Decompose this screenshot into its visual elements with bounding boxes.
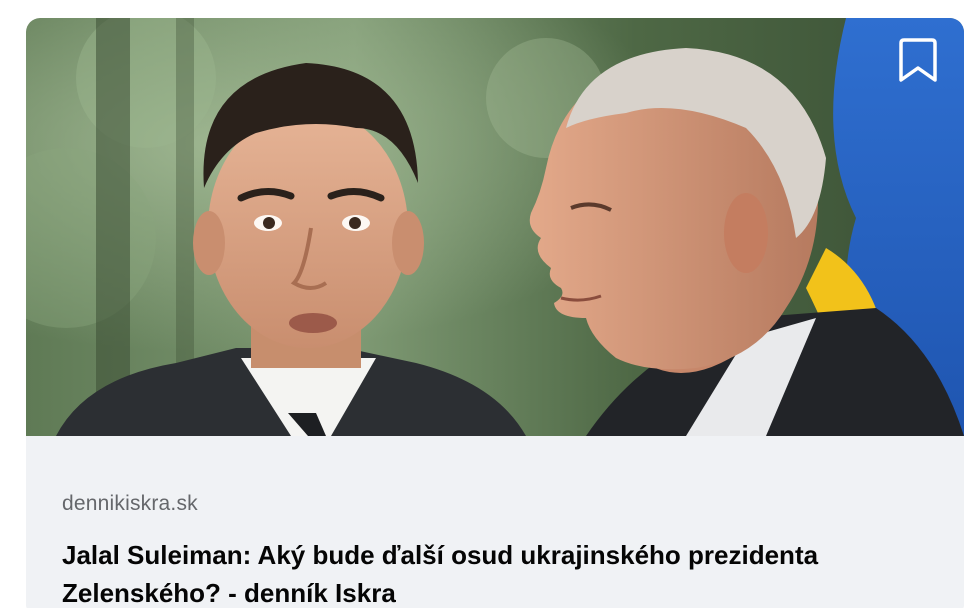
preview-photo-illustration xyxy=(26,18,964,436)
bookmark-icon xyxy=(899,38,937,82)
preview-caption[interactable]: dennikiskra.sk Jalal Suleiman: Aký bude … xyxy=(26,436,964,608)
page: dennikiskra.sk Jalal Suleiman: Aký bude … xyxy=(0,0,980,608)
preview-image[interactable] xyxy=(26,18,964,436)
bookmark-button[interactable] xyxy=(898,36,938,84)
article-headline[interactable]: Jalal Suleiman: Aký bude ďalší osud ukra… xyxy=(62,536,942,608)
link-preview-card[interactable]: dennikiskra.sk Jalal Suleiman: Aký bude … xyxy=(26,18,964,608)
source-domain: dennikiskra.sk xyxy=(62,492,198,515)
